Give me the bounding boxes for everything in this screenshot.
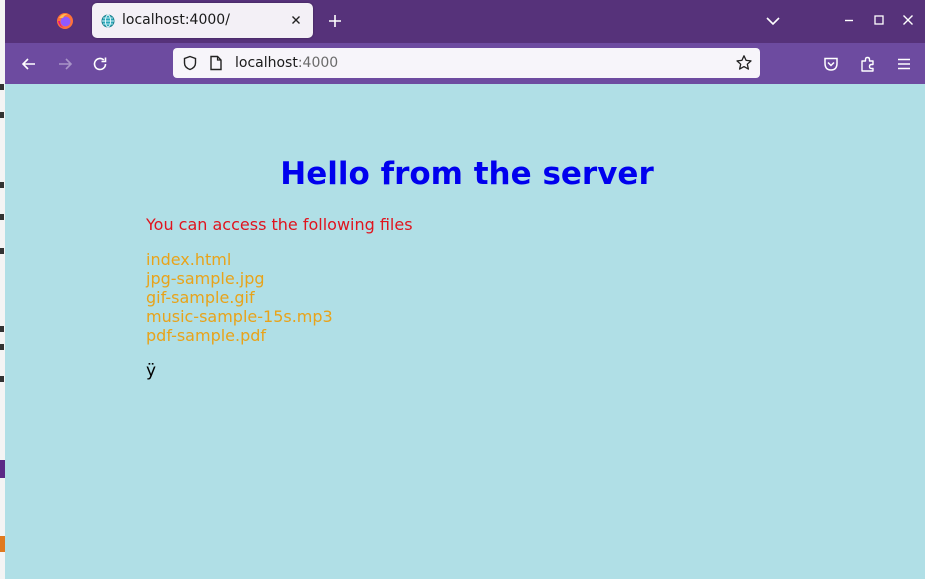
background-text-fragment [0,112,4,118]
file-link-music-sample[interactable]: music-sample-15s.mp3 [146,307,333,326]
pocket-icon[interactable] [822,55,840,73]
tab-localhost[interactable]: localhost:4000/ [92,3,313,38]
new-tab-icon[interactable] [327,13,343,29]
chevron-down-icon[interactable] [765,14,781,28]
browser-window: localhost:4000/ localhost:4000 Hello fro… [5,0,925,579]
page-content: Hello from the server You can access the… [5,84,925,579]
file-link-jpg-sample[interactable]: jpg-sample.jpg [146,269,333,288]
background-text-fragment [0,214,4,220]
intro-text: You can access the following files [146,215,413,234]
tab-bar: localhost:4000/ [5,0,925,43]
menu-icon[interactable] [895,55,913,73]
file-list: index.html jpg-sample.jpg gif-sample.gif… [146,250,333,345]
tab-title: localhost:4000/ [122,12,230,28]
forward-icon[interactable] [56,55,74,73]
maximize-icon[interactable] [871,12,887,28]
firefox-icon[interactable] [56,12,74,30]
stray-character: ÿ [146,361,157,381]
file-link-pdf-sample[interactable]: pdf-sample.pdf [146,326,333,345]
bookmark-star-icon[interactable] [735,54,753,72]
background-text-fragment [0,182,4,188]
globe-icon [101,14,115,28]
close-tab-icon[interactable] [289,13,303,27]
url-port: :4000 [297,55,339,71]
file-link-gif-sample[interactable]: gif-sample.gif [146,288,333,307]
reload-icon[interactable] [91,55,109,73]
background-text-fragment [0,248,4,254]
url-bar[interactable]: localhost:4000 [173,48,760,78]
screen: localhost:4000/ localhost:4000 Hello fro… [0,0,925,579]
url-text[interactable]: localhost:4000 [235,55,338,71]
minimize-icon[interactable] [841,12,857,28]
background-text-fragment [0,84,4,90]
background-text-fragment [0,376,4,382]
back-icon[interactable] [20,55,38,73]
url-host: localhost [235,55,298,71]
page-icon[interactable] [209,55,223,71]
background-text-fragment [0,326,4,332]
page-heading: Hello from the server [280,156,654,192]
nav-bar: localhost:4000 [5,43,925,84]
close-window-icon[interactable] [900,12,916,28]
file-link-index-html[interactable]: index.html [146,250,333,269]
background-text-fragment [0,344,4,350]
shield-icon[interactable] [182,55,198,71]
extensions-icon[interactable] [859,55,877,73]
